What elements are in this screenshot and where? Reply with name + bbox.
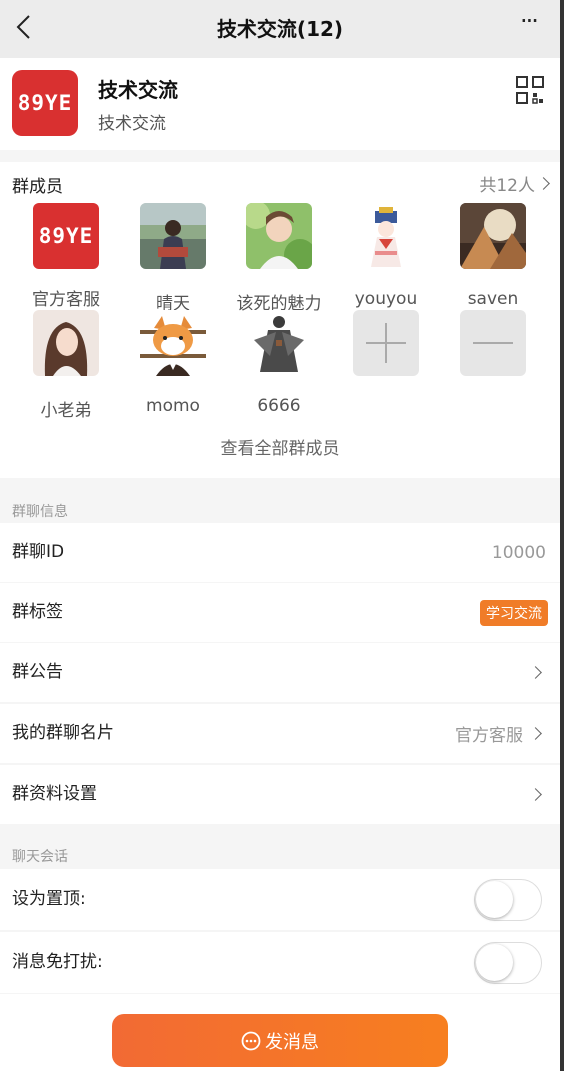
member-name: youyou [354,289,418,309]
qr-code-icon[interactable] [516,76,544,104]
avatar [460,203,526,269]
member-item[interactable]: youyou [336,203,436,309]
group-settings-row[interactable]: 群资料设置 [0,765,560,824]
group-id-row: 群聊ID 10000 [0,523,560,582]
group-notice-label: 群公告 [12,662,63,682]
avatar [246,310,312,376]
pin-chat-row: 设为置顶: [0,869,560,930]
my-group-card-row[interactable]: 我的群聊名片 官方客服 [0,704,560,763]
group-id-label: 群聊ID [12,542,65,562]
group-tag-label: 群标签 [12,602,63,622]
member-name: 6666 [257,396,301,416]
group-notice-row[interactable]: 群公告 [0,643,560,702]
group-tag-badge: 学习交流 [480,599,548,626]
plus-icon [353,310,419,376]
top-bar: 技术交流(12) ··· [0,0,560,58]
pin-chat-label: 设为置顶: [12,889,86,909]
logo-text: 89YE [17,91,73,115]
member-item[interactable]: momo [123,310,223,416]
member-item[interactable]: 该死的魅力 [229,201,329,314]
page-title: 技术交流(12) [216,17,344,41]
member-name: momo [146,396,200,416]
member-name: saven [467,289,519,309]
chevron-right-icon [529,666,542,679]
group-tag-row[interactable]: 群标签 学习交流 [0,583,560,642]
member-name: 官方客服 [32,290,100,310]
view-all-members-link[interactable]: 查看全部群成员 [0,434,560,459]
avatar [33,310,99,376]
member-item[interactable]: 6666 [229,310,329,416]
group-description: 技术交流 [98,114,166,134]
my-group-card-value: 官方客服 [455,726,523,746]
members-count-link[interactable]: 共12人 [479,171,550,196]
chevron-right-icon [529,788,542,801]
members-count: 共12人 [479,176,535,196]
member-item[interactable]: saven [443,203,543,309]
avatar [353,203,419,269]
chevron-right-icon [529,727,542,740]
mute-chat-label: 消息免打扰: [12,952,103,972]
group-card[interactable]: 89YE 技术交流 技术交流 [0,58,560,150]
mute-chat-toggle[interactable] [474,941,542,984]
member-item[interactable]: 89YE 官方客服 [16,203,116,310]
avatar: 89YE [33,203,99,269]
send-message-label: 发消息 [265,1031,319,1053]
more-icon[interactable]: ··· [520,9,550,36]
pin-chat-toggle[interactable] [474,878,542,921]
member-item[interactable]: 小老弟 [16,310,116,421]
chat-section-label: 聊天会话 [12,849,68,865]
avatar [140,203,206,269]
window-edge [560,0,564,1071]
group-name: 技术交流 [98,78,178,102]
member-name: 小老弟 [40,401,92,421]
avatar [140,310,206,376]
add-member-button[interactable] [336,310,436,376]
group-logo: 89YE [12,70,78,136]
mute-chat-row: 消息免打扰: [0,932,560,993]
members-section: 群成员 共12人 89YE 官方客服 晴天 该死的魅力 youyou saven… [0,162,560,478]
minus-icon [460,310,526,376]
member-item[interactable]: 晴天 [123,203,223,314]
group-info-label: 群聊信息 [12,504,68,520]
avatar [242,201,316,271]
my-group-card-label: 我的群聊名片 [12,723,114,743]
chat-bubble-icon [241,1031,261,1050]
members-title: 群成员 [12,177,63,197]
group-id-value: 10000 [491,542,546,563]
chevron-right-icon [537,177,550,190]
send-message-button[interactable]: 发消息 [112,1014,448,1067]
remove-member-button[interactable] [443,310,543,376]
group-settings-label: 群资料设置 [12,784,97,804]
